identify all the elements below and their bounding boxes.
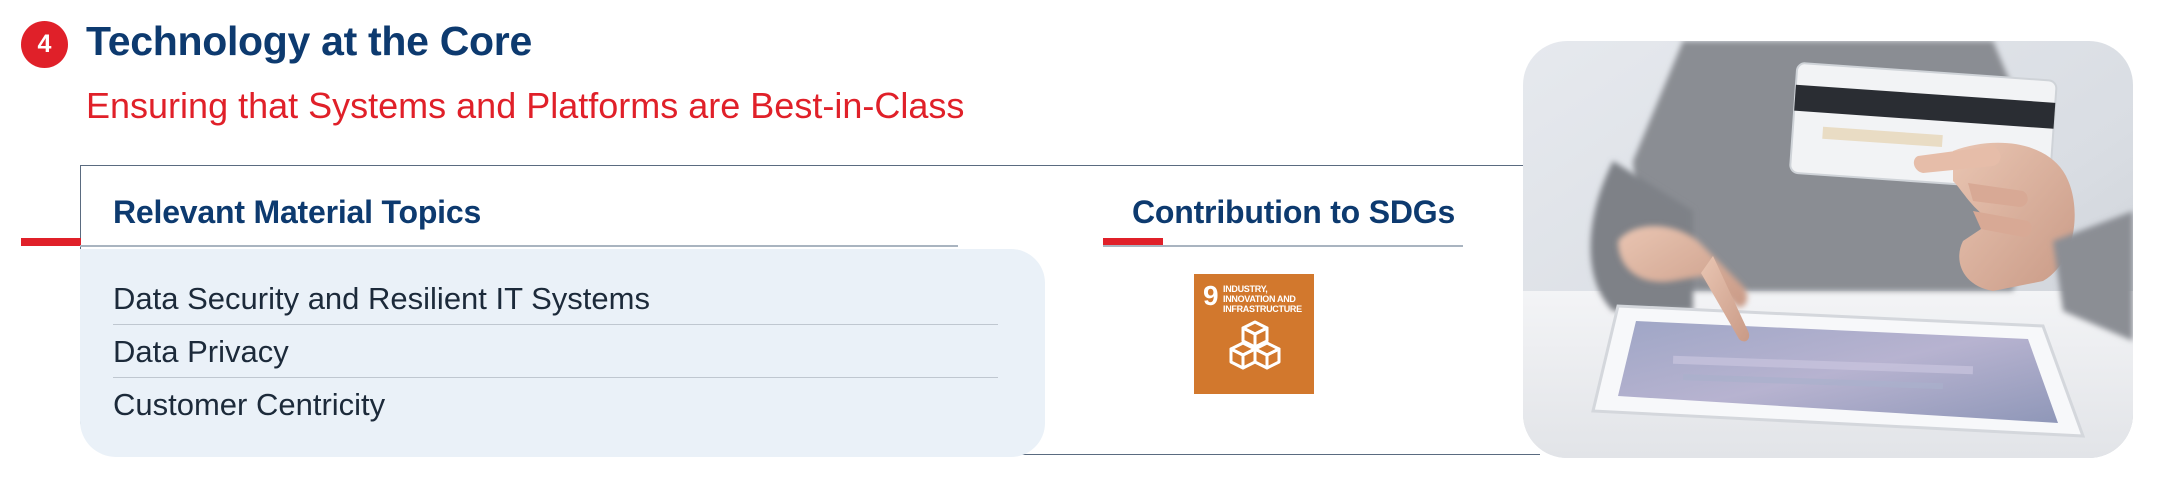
hand-tablet-credit-card-photo <box>1523 41 2133 458</box>
tablet-payment-photo <box>1523 41 2133 458</box>
topics-accent-bar <box>21 238 81 246</box>
list-item: Customer Centricity <box>113 387 386 422</box>
page-title: Technology at the Core <box>86 18 532 64</box>
sdg-tile-label: INDUSTRY, INNOVATION AND INFRASTRUCTURE <box>1223 284 1302 314</box>
list-item: Data Security and Resilient IT Systems <box>113 272 998 325</box>
sdg-tile-number: 9 <box>1203 280 1219 311</box>
material-topics-heading: Relevant Material Topics <box>113 194 482 230</box>
material-topics-list: Data Security and Resilient IT Systems D… <box>113 272 998 431</box>
sdg-9-tile: 9 INDUSTRY, INNOVATION AND INFRASTRUCTUR… <box>1194 274 1314 394</box>
sdg-heading: Contribution to SDGs <box>1132 194 1456 230</box>
section-number-badge: 4 <box>21 21 68 68</box>
topics-divider <box>80 245 958 247</box>
list-item: Data Privacy <box>113 325 998 378</box>
cubes-icon <box>1229 320 1281 370</box>
sdg-divider <box>1103 245 1463 247</box>
page-subtitle: Ensuring that Systems and Platforms are … <box>86 85 965 126</box>
